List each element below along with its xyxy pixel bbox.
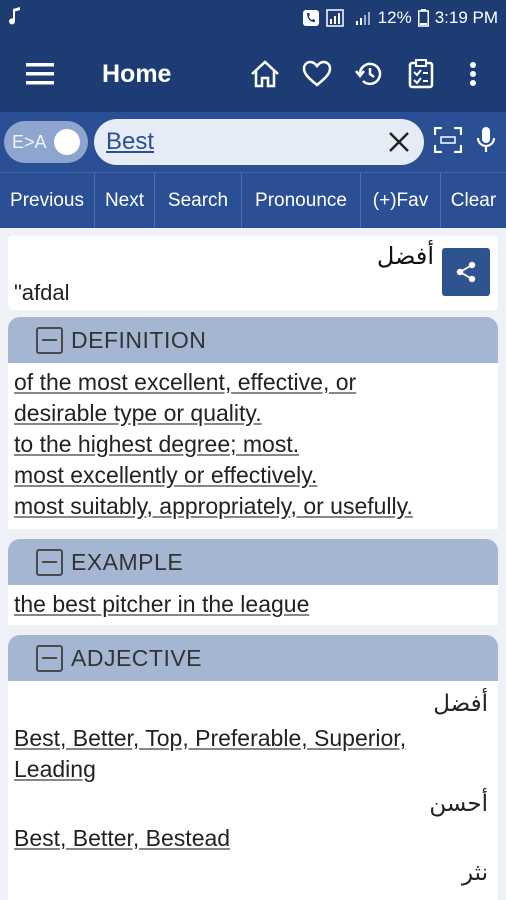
collapse-icon[interactable] [36, 326, 63, 354]
previous-button[interactable]: Previous [0, 173, 95, 229]
history-button[interactable] [350, 55, 388, 93]
collapse-icon[interactable] [36, 644, 63, 672]
more-options-button[interactable] [454, 55, 492, 93]
battery-percent: 12% [377, 8, 412, 27]
clipboard-icon [408, 59, 434, 89]
example-header[interactable]: EXAMPLE [8, 539, 498, 585]
language-toggle-label: E>A [12, 131, 47, 152]
status-left [8, 6, 302, 30]
adjective-arabic: أفضل [433, 691, 488, 717]
example-line[interactable]: the best pitcher in the league [14, 589, 492, 620]
call-icon [302, 10, 319, 26]
adjective-arabic: نثر [461, 860, 488, 886]
share-button[interactable] [442, 248, 490, 296]
definition-header-label: DEFINITION [71, 326, 207, 353]
synonym-line[interactable]: Best, Better, Top, Preferable, Superior, [14, 723, 492, 754]
definition-section: DEFINITION of the most excellent, effect… [8, 317, 498, 529]
heart-icon [302, 60, 332, 87]
status-bar: 12% 3:19 PM [0, 0, 506, 36]
music-note-icon [9, 6, 20, 24]
synonym-line[interactable]: Leading [14, 754, 492, 785]
action-button-row: Previous Next Search Pronounce (+)Fav Cl… [0, 172, 506, 229]
word-card: أفضل "afdal [8, 236, 498, 310]
toggle-knob [54, 129, 80, 155]
next-button[interactable]: Next [95, 173, 155, 229]
menu-button[interactable] [0, 36, 80, 112]
definition-line[interactable]: desirable type or quality. [14, 398, 492, 429]
example-header-label: EXAMPLE [71, 548, 184, 575]
definition-line[interactable]: most excellently or effectively. [14, 460, 492, 491]
definition-line[interactable]: of the most excellent, effective, or [14, 367, 492, 398]
clear-search-button[interactable] [384, 127, 414, 157]
voice-input-button[interactable] [476, 126, 496, 158]
transliteration: "afdal [14, 280, 70, 305]
signal-icon [355, 12, 370, 25]
favorites-button[interactable] [298, 55, 336, 93]
search-button[interactable]: Search [155, 173, 242, 229]
share-icon [456, 261, 476, 283]
language-toggle[interactable]: E>A [4, 121, 88, 163]
ocr-scan-button[interactable] [433, 126, 463, 157]
microphone-icon [476, 127, 496, 152]
adjective-header[interactable]: ADJECTIVE [8, 635, 498, 681]
battery-icon [417, 9, 429, 27]
clock: 3:19 PM [434, 8, 498, 27]
menu-icon [26, 63, 54, 85]
history-icon [355, 62, 382, 86]
home-icon [251, 60, 279, 88]
clear-button[interactable]: Clear [441, 173, 506, 229]
ocr-scan-icon [433, 126, 463, 154]
close-icon [389, 132, 409, 152]
page-title: Home [102, 59, 172, 88]
more-vert-icon [470, 62, 476, 86]
definition-line[interactable]: most suitably, appropriately, or usefull… [14, 491, 492, 522]
app-bar: Home [0, 36, 506, 112]
clipboard-button[interactable] [402, 55, 440, 93]
example-section: EXAMPLE the best pitcher in the league [8, 539, 498, 625]
search-input[interactable]: Best [94, 119, 424, 165]
home-button[interactable] [246, 55, 284, 93]
add-favorite-button[interactable]: (+)Fav [361, 173, 441, 229]
collapse-icon[interactable] [36, 548, 63, 576]
search-input-value[interactable]: Best [106, 128, 384, 156]
data-signal-icon [325, 9, 344, 27]
adjective-header-label: ADJECTIVE [71, 644, 203, 671]
adjective-arabic: أحسن [429, 791, 488, 817]
definition-line[interactable]: to the highest degree; most. [14, 429, 492, 460]
search-row: E>A Best [0, 112, 506, 172]
arabic-translation: أفضل [376, 242, 434, 270]
definition-header[interactable]: DEFINITION [8, 317, 498, 363]
synonym-line[interactable]: Best, Better, Bestead [14, 823, 492, 854]
pronounce-button[interactable]: Pronounce [242, 173, 361, 229]
adjective-section: ADJECTIVE أفضل Best, Better, Top, Prefer… [8, 635, 498, 900]
content-area[interactable]: أفضل "afdal DEFINITION of the most excel… [0, 228, 506, 900]
